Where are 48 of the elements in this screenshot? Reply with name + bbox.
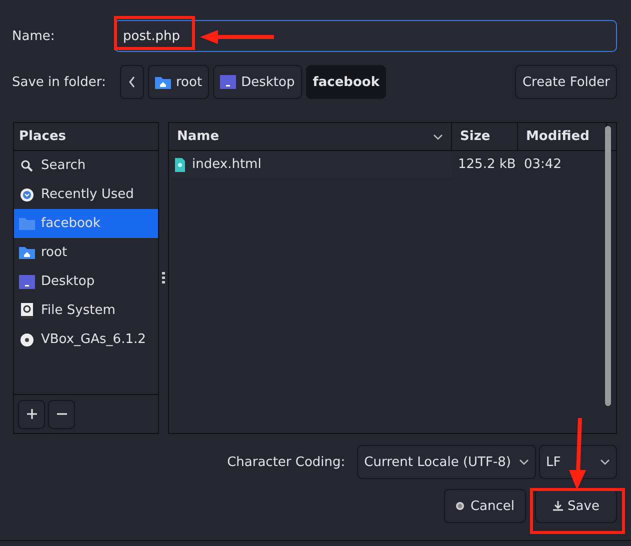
encoding-label: Character Coding: — [227, 454, 346, 470]
place-item[interactable]: VBox_GAs_6.1.2 — [14, 325, 158, 354]
path-button[interactable]: Desktop — [213, 65, 302, 99]
path-button[interactable]: root — [148, 65, 210, 99]
pane-grip-icon[interactable] — [162, 272, 165, 284]
place-item[interactable]: Desktop — [14, 267, 158, 296]
place-item[interactable]: Recently Used — [14, 180, 158, 209]
name-field[interactable]: post.php — [114, 20, 617, 52]
search-icon — [19, 158, 35, 172]
clock-icon — [19, 188, 35, 202]
remove-button[interactable] — [48, 400, 75, 428]
chevron-down-icon — [600, 459, 610, 465]
chevron-left-icon — [128, 76, 136, 88]
home-folder-icon — [155, 76, 171, 88]
add-button[interactable] — [18, 400, 45, 428]
place-item[interactable]: root — [14, 238, 158, 267]
sort-chevron-icon — [433, 134, 443, 140]
home-folder-icon — [19, 246, 35, 258]
desktop-icon — [19, 274, 35, 288]
disc-icon — [19, 332, 35, 346]
create-folder-button[interactable]: Create Folder — [515, 65, 617, 99]
back-button[interactable] — [120, 65, 144, 99]
folder-label: Save in folder: — [12, 74, 107, 90]
folder-icon — [19, 218, 35, 230]
place-item[interactable]: Search — [14, 151, 158, 180]
place-item[interactable]: facebook — [14, 209, 158, 238]
file-modified: 03:42 — [524, 157, 562, 172]
file-size: 125.2 kB — [458, 157, 516, 172]
cancel-button[interactable]: Cancel — [444, 489, 526, 523]
save-button[interactable]: Save — [535, 489, 617, 523]
places-header: Places — [14, 123, 158, 151]
plus-icon — [26, 408, 38, 420]
download-icon — [552, 501, 563, 511]
chevron-down-icon — [519, 459, 529, 465]
pointer-arrow — [568, 418, 588, 490]
encoding-dropdown[interactable]: Current Locale (UTF-8) — [357, 445, 536, 479]
circle-icon — [455, 501, 466, 511]
name-label: Name: — [12, 28, 56, 44]
place-item[interactable]: File System — [14, 296, 158, 325]
column-header[interactable]: Size — [452, 123, 518, 150]
line-ending-dropdown[interactable]: LF — [539, 445, 617, 479]
drive-icon — [19, 302, 35, 318]
desktop-icon — [220, 75, 236, 89]
file-icon — [175, 158, 185, 172]
column-header[interactable]: Name — [169, 123, 452, 150]
path-button[interactable]: facebook — [306, 65, 386, 99]
scrollbar[interactable] — [605, 126, 611, 406]
file-name[interactable]: index.html — [192, 157, 262, 172]
